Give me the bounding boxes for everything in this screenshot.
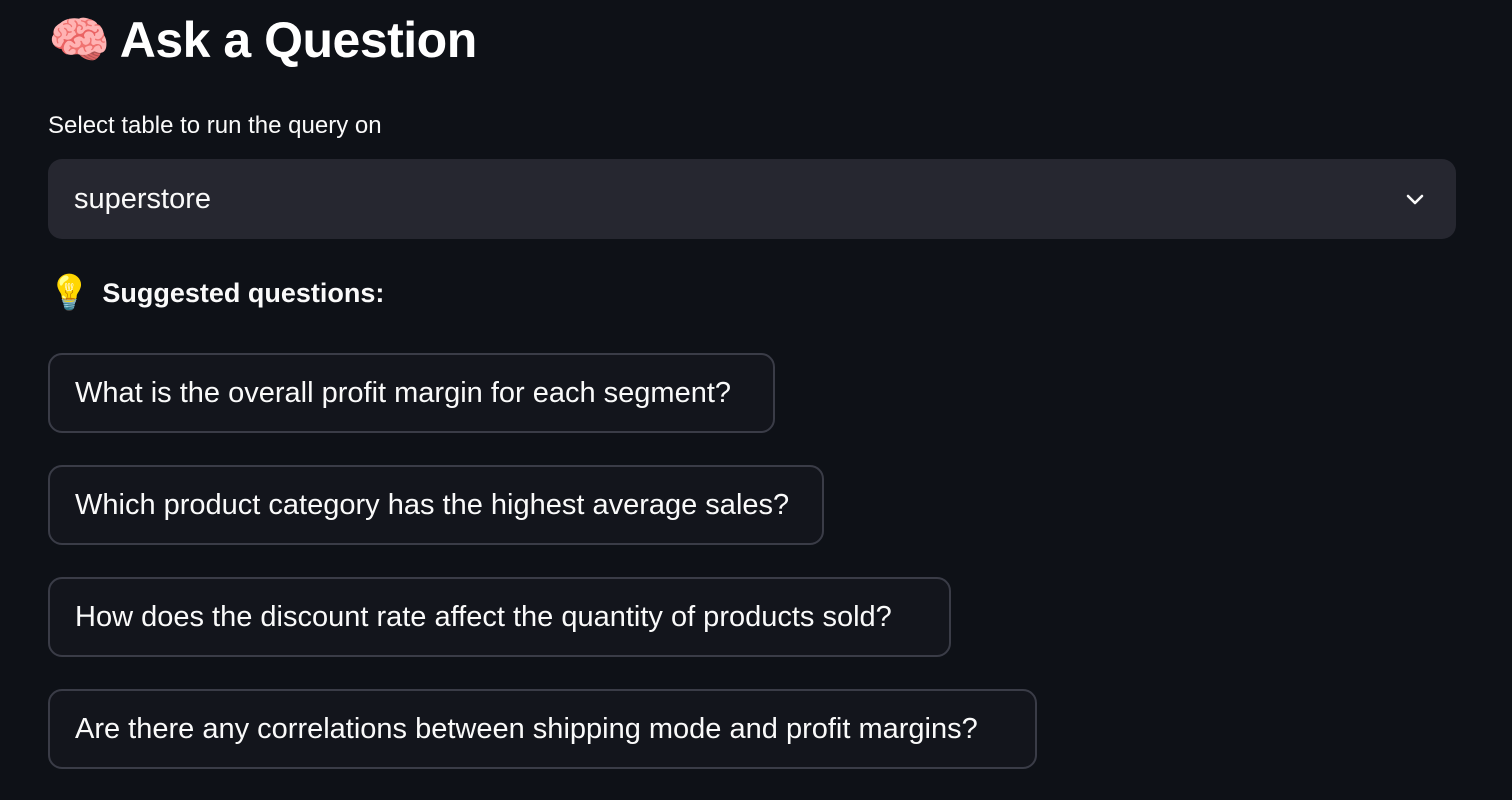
chevron-down-icon[interactable] [1400, 184, 1430, 214]
page-title: 🧠 Ask a Question [48, 8, 477, 72]
page-title-text: Ask a Question [119, 12, 478, 68]
suggested-questions-label: Suggested questions: [102, 277, 385, 308]
light-bulb-icon: 💡 [48, 274, 91, 312]
main-content: 🧠 Ask a Question Select table to run the… [0, 0, 1512, 800]
table-select-value: superstore [74, 182, 212, 215]
suggested-question-button[interactable]: What is the overall profit margin for ea… [48, 353, 775, 433]
suggested-questions-heading: 💡 Suggested questions: [48, 276, 384, 310]
table-select[interactable]: superstore [48, 159, 1456, 239]
brain-icon: 🧠 [48, 12, 110, 68]
suggested-question-button[interactable]: Which product category has the highest a… [48, 465, 824, 545]
table-select-label: Select table to run the query on [48, 112, 382, 139]
suggested-question-button[interactable]: How does the discount rate affect the qu… [48, 577, 951, 657]
suggested-question-button[interactable]: Are there any correlations between shipp… [48, 689, 1037, 769]
